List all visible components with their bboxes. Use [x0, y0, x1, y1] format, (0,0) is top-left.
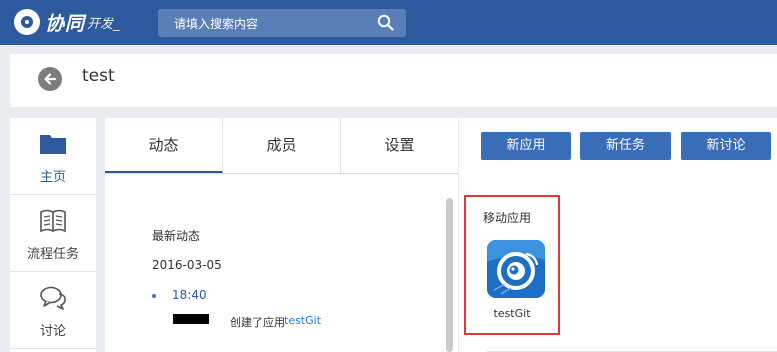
new-task-button[interactable]: 新任务 [580, 132, 671, 160]
new-discussion-button[interactable]: 新讨论 [681, 132, 771, 160]
activity-feed: 最新动态 2016-03-05 18:40 创建了应用 testGit [105, 174, 458, 352]
sidebar: 主页 流程任务 讨论 [10, 118, 96, 352]
redacted-user-name [173, 314, 209, 324]
app-name[interactable]: testGit [466, 307, 558, 320]
new-app-button[interactable]: 新应用 [481, 132, 571, 160]
activity-heading: 最新动态 [152, 229, 201, 243]
activity-target-link[interactable]: testGit [284, 314, 321, 327]
activity-date: 2016-03-05 [152, 258, 222, 272]
tab-settings[interactable]: 设置 [341, 118, 458, 173]
back-arrow-icon[interactable] [38, 67, 62, 91]
project-header: test [10, 54, 777, 107]
sidebar-item-label: 流程任务 [26, 247, 79, 262]
page-title: test [82, 66, 115, 86]
book-icon [40, 209, 66, 233]
scrollbar[interactable] [446, 198, 453, 352]
apps-panel: 新应用 新任务 新讨论 移动应用 testGit [459, 118, 777, 352]
sidebar-item-discussion[interactable]: 讨论 [10, 272, 96, 349]
app-logo-icon [487, 240, 545, 298]
logo-icon [14, 9, 40, 35]
tab-activity[interactable]: 动态 [105, 118, 223, 173]
activity-time: 18:40 [172, 288, 207, 302]
folder-icon [40, 135, 66, 154]
chat-icon [40, 286, 66, 310]
search-input[interactable] [172, 9, 366, 39]
sidebar-item-label: 主页 [39, 170, 66, 185]
top-bar: 协同 开发_ [0, 0, 777, 45]
tab-bar: 动态 成员 设置 [105, 118, 458, 174]
sidebar-item-workflow-tasks[interactable]: 流程任务 [10, 195, 96, 272]
mobile-apps-group: 移动应用 testGit [464, 195, 560, 335]
app-group-title: 移动应用 [483, 211, 532, 225]
tab-members[interactable]: 成员 [223, 118, 341, 173]
sidebar-item-home[interactable]: 主页 [10, 118, 96, 195]
sidebar-item-label: 讨论 [39, 324, 66, 339]
brand-logo[interactable]: 协同 开发_ [14, 9, 120, 35]
app-icon[interactable] [487, 240, 545, 298]
search-box [158, 9, 406, 39]
timeline-dot [152, 294, 156, 298]
activity-action-text: 创建了应用 [230, 316, 285, 329]
brand-suffix: 开发_ [87, 16, 120, 32]
brand-name: 协同 [45, 12, 86, 35]
search-icon[interactable] [377, 14, 394, 31]
